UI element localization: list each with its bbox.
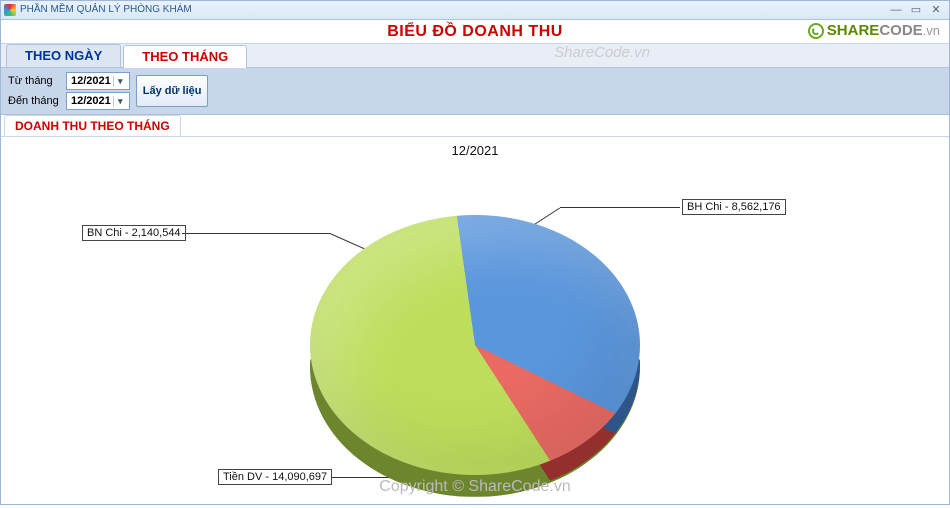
close-button[interactable]: ✕ (926, 3, 946, 16)
chart-title: 12/2021 (0, 143, 950, 158)
brand-logo: SHARECODE.vn (808, 22, 940, 39)
pie-chart (310, 215, 640, 475)
pie-label-bn-chi: BN Chi - 2,140,544 (82, 225, 186, 241)
fetch-button[interactable]: Lấy dữ liệu (136, 75, 209, 107)
pie-label-bh-chi: BH Chi - 8,562,176 (682, 199, 786, 215)
maximize-button[interactable]: ▭ (906, 3, 926, 16)
from-month-select[interactable]: 12/2021 ▾ (66, 72, 130, 90)
from-month-label: Từ tháng (8, 75, 62, 87)
to-month-label: Đến tháng (8, 95, 62, 107)
chart-area: 12/2021 BH Chi - 8,562,176 BN Chi - 2,14… (0, 137, 950, 508)
page-title: BIỂU ĐỒ DOANH THU (387, 23, 563, 41)
window-titlebar: PHẦN MỀM QUẢN LÝ PHÒNG KHÁM — ▭ ✕ (0, 0, 950, 20)
tab-theo-thang[interactable]: THEO THÁNG (123, 45, 247, 68)
to-month-select[interactable]: 12/2021 ▾ (66, 92, 130, 110)
filter-bar: Từ tháng 12/2021 ▾ Đến tháng 12/2021 ▾ L… (0, 68, 950, 115)
sub-tab-doanh-thu[interactable]: DOANH THU THEO THÁNG (4, 115, 181, 136)
chevron-down-icon: ▾ (113, 96, 127, 107)
app-icon (4, 4, 16, 16)
header: BIỂU ĐỒ DOANH THU SHARECODE.vn (0, 20, 950, 44)
leader-line (182, 233, 330, 234)
leader-line (560, 207, 680, 208)
recycle-icon (808, 23, 824, 39)
sub-tabs: DOANH THU THEO THÁNG (0, 115, 950, 137)
minimize-button[interactable]: — (886, 4, 906, 16)
tab-theo-ngay[interactable]: THEO NGÀY (6, 44, 121, 67)
chevron-down-icon: ▾ (113, 76, 127, 87)
main-tabs: THEO NGÀY THEO THÁNG (0, 44, 950, 68)
window-title: PHẦN MỀM QUẢN LÝ PHÒNG KHÁM (20, 4, 192, 15)
